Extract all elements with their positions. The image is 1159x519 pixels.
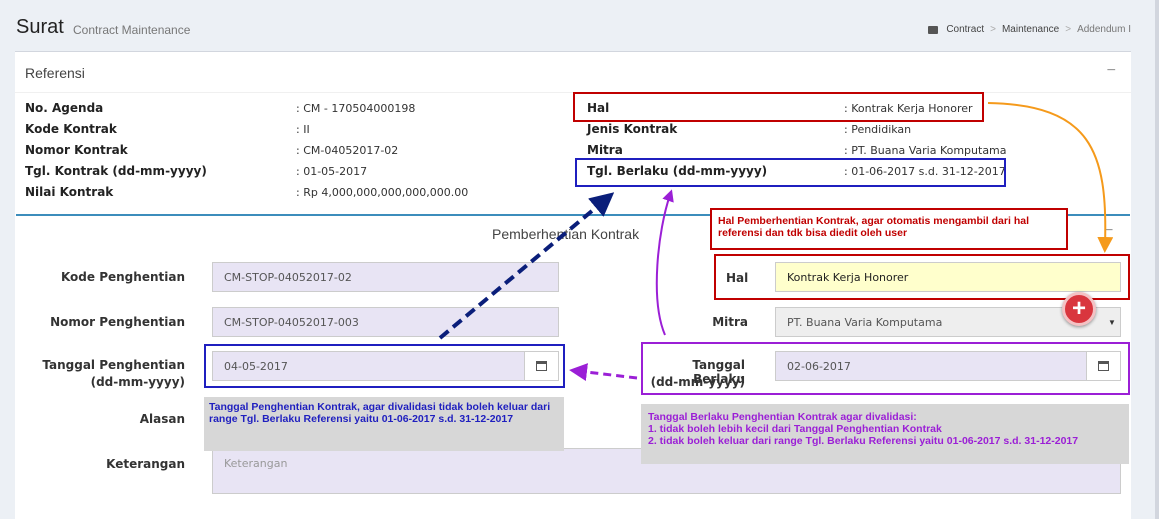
breadcrumb-contract[interactable]: Contract: [946, 24, 984, 35]
alasan-label: Alasan: [139, 412, 185, 426]
ref-label-mitra: Mitra: [587, 143, 623, 157]
ref-value-mitra: : PT. Buana Varia Komputama: [844, 144, 1007, 157]
breadcrumb-maintenance[interactable]: Maintenance: [1002, 24, 1059, 35]
ref-value-tgl-kontrak: : 01-05-2017: [296, 165, 368, 178]
breadcrumb-separator: >: [990, 24, 996, 35]
mitra-label: Mitra: [712, 315, 748, 329]
tanggal-annotation-text: Tanggal Penghentian Kontrak, agar divali…: [209, 401, 551, 425]
envelope-icon: [928, 25, 939, 34]
tanggal-annotation-note: Tanggal Penghentian Kontrak, agar divali…: [204, 397, 564, 451]
chevron-down-icon[interactable]: ▼: [1108, 318, 1116, 327]
ref-value-nomor-kontrak: : CM-04052017-02: [296, 144, 399, 157]
kode-penghentian-label: Kode Penghentian: [60, 270, 185, 284]
berlaku-annotation-line-3: 2. tidak boleh keluar dari range Tgl. Be…: [648, 435, 1079, 447]
tanggal-penghentian-format: (dd-mm-yyyy): [90, 375, 185, 389]
pemberhentian-title: Pemberhentian Kontrak: [492, 226, 640, 242]
berlaku-annotation-line-2: 1. tidak boleh lebih kecil dari Tanggal …: [648, 423, 942, 435]
ref-label-no-agenda: No. Agenda: [25, 101, 104, 115]
ref-tgl-berlaku-highlight: [575, 158, 1006, 187]
hal-annotation-note: Hal Pemberhentian Kontrak, agar otomatis…: [710, 208, 1068, 250]
breadcrumb-separator: >: [1065, 24, 1072, 35]
referensi-header: Referensi −: [15, 52, 1131, 93]
breadcrumb-addendum: Addendum I: [1077, 24, 1131, 35]
tanggal-penghentian-highlight: [204, 344, 565, 388]
hal-annotation-text: Hal Pemberhentian Kontrak, agar otomatis…: [718, 215, 1029, 239]
ref-label-nilai-kontrak: Nilai Kontrak: [25, 185, 114, 199]
keterangan-label: Keterangan: [106, 457, 185, 471]
add-button[interactable]: +: [1062, 292, 1096, 326]
page-subtitle: Contract Maintenance: [73, 23, 191, 37]
berlaku-annotation-line-1: Tanggal Berlaku Penghentian Kontrak agar…: [648, 411, 917, 423]
nomor-penghentian-label: Nomor Penghentian: [50, 315, 185, 329]
berlaku-annotation-note: Tanggal Berlaku Penghentian Kontrak agar…: [641, 404, 1129, 464]
kode-penghentian-field[interactable]: CM-STOP-04052017-02: [212, 262, 559, 292]
hal-highlight: [714, 254, 1130, 300]
ref-value-nilai-kontrak: : Rp 4,000,000,000,000,000.00: [296, 186, 469, 199]
ref-label-tgl-kontrak: Tgl. Kontrak (dd-mm-yyyy): [25, 164, 207, 178]
ref-label-kode-kontrak: Kode Kontrak: [25, 122, 117, 136]
referensi-title: Referensi: [25, 65, 85, 81]
ref-label-jenis-kontrak: Jenis Kontrak: [587, 122, 678, 136]
tanggal-berlaku-highlight: [641, 342, 1130, 395]
nomor-penghentian-field[interactable]: CM-STOP-04052017-003: [212, 307, 559, 337]
page-title: Surat: [16, 16, 64, 38]
referensi-collapse-button[interactable]: −: [1107, 62, 1116, 80]
scrollbar[interactable]: [1155, 0, 1159, 519]
breadcrumb: Contract > Maintenance > Addendum I: [928, 24, 1131, 35]
pemberhentian-collapse-button[interactable]: −: [1104, 222, 1113, 240]
ref-value-jenis-kontrak: : Pendidikan: [844, 123, 912, 136]
ref-value-kode-kontrak: : II: [296, 123, 310, 136]
ref-hal-highlight: [573, 92, 984, 122]
keterangan-placeholder: Keterangan: [224, 457, 288, 470]
ref-label-nomor-kontrak: Nomor Kontrak: [25, 143, 128, 157]
ref-value-no-agenda: : CM - 170504000198: [296, 102, 416, 115]
tanggal-penghentian-label: Tanggal Penghentian: [42, 358, 185, 372]
